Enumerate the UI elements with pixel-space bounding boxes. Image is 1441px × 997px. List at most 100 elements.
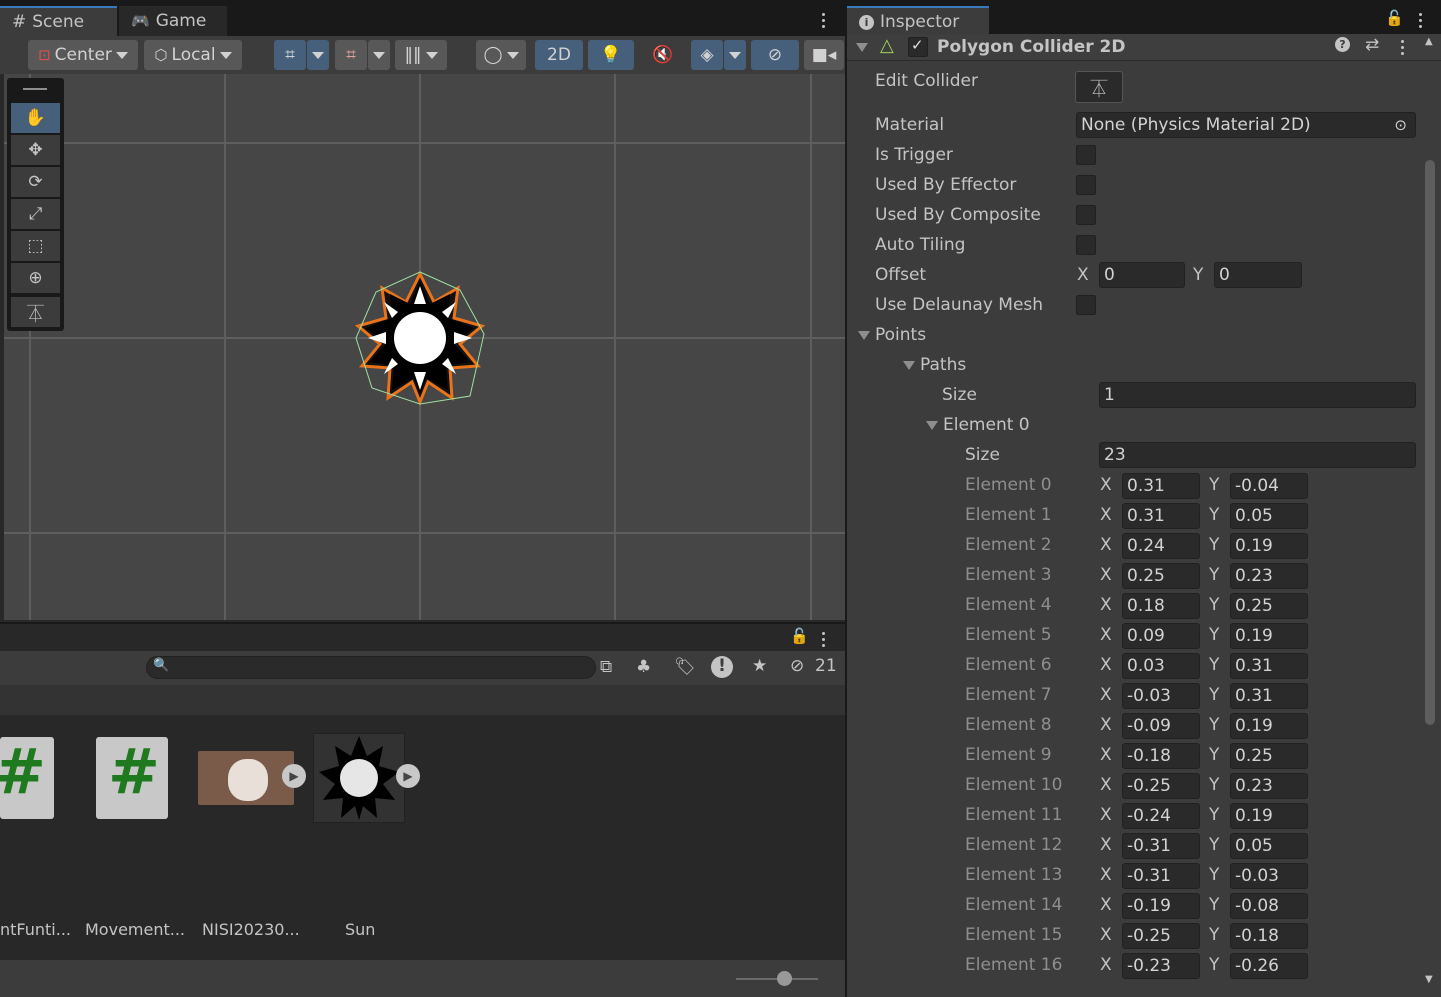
component-menu-icon[interactable] bbox=[1401, 40, 1405, 55]
points-fold-icon[interactable] bbox=[858, 331, 870, 340]
transform-tool-button[interactable]: ⊕ bbox=[11, 263, 60, 293]
hidden-packages-icon[interactable]: ⊘ bbox=[790, 656, 804, 676]
scene-visibility-toggle[interactable]: ⊘ bbox=[751, 40, 799, 70]
paths-fold-icon[interactable] bbox=[903, 361, 915, 370]
point-y-field[interactable]: 0.05 bbox=[1230, 833, 1308, 859]
point-y-field[interactable]: 0.19 bbox=[1230, 803, 1308, 829]
scale-tool-button[interactable]: ⤢ bbox=[11, 199, 60, 229]
point-x-field[interactable]: 0.31 bbox=[1122, 473, 1200, 499]
point-y-field[interactable]: -0.26 bbox=[1230, 953, 1308, 979]
point-y-field[interactable]: 0.31 bbox=[1230, 683, 1308, 709]
tab-game[interactable]: 🎮 Game bbox=[119, 6, 227, 36]
used-by-effector-checkbox[interactable] bbox=[1076, 175, 1096, 195]
point-x-field[interactable]: 0.24 bbox=[1122, 533, 1200, 559]
tab-inspector[interactable]: i Inspector bbox=[847, 6, 989, 36]
asset-sprite-thumb[interactable] bbox=[313, 733, 405, 823]
presets-icon[interactable]: ⇄ bbox=[1365, 35, 1379, 55]
point-x-field[interactable]: 0.31 bbox=[1122, 503, 1200, 529]
point-x-field[interactable]: -0.25 bbox=[1122, 773, 1200, 799]
effects-dropdown[interactable] bbox=[724, 40, 746, 70]
material-field[interactable]: None (Physics Material 2D) ⊙ bbox=[1076, 112, 1416, 138]
scene-menu-icon[interactable] bbox=[822, 13, 826, 28]
rotate-tool-button[interactable]: ⟳ bbox=[11, 167, 60, 197]
point-y-field[interactable]: 0.19 bbox=[1230, 533, 1308, 559]
scroll-up-icon[interactable]: ▲ bbox=[1425, 36, 1433, 47]
element0-fold-icon[interactable] bbox=[926, 421, 938, 430]
used-by-composite-checkbox[interactable] bbox=[1076, 205, 1096, 225]
point-y-field[interactable]: 0.19 bbox=[1230, 623, 1308, 649]
path-element0-label[interactable]: Element 0 bbox=[943, 415, 1030, 435]
project-menu-icon[interactable] bbox=[822, 632, 826, 647]
inspector-scrollbar[interactable] bbox=[1425, 160, 1435, 725]
draw-mode-dropdown[interactable]: ◯ bbox=[476, 40, 526, 70]
inspector-menu-icon[interactable] bbox=[1419, 13, 1423, 28]
snap-dropdown[interactable] bbox=[368, 40, 390, 70]
grid-snap-button[interactable]: ⌗ bbox=[274, 40, 306, 70]
point-y-field[interactable]: 0.23 bbox=[1230, 563, 1308, 589]
drag-handle[interactable] bbox=[23, 88, 47, 90]
edit-collider-tool-button[interactable]: ⏄ bbox=[11, 297, 60, 327]
play-icon[interactable]: ▶ bbox=[282, 764, 306, 788]
point-y-field[interactable]: 0.05 bbox=[1230, 503, 1308, 529]
point-x-field[interactable]: -0.31 bbox=[1122, 863, 1200, 889]
move-tool-button[interactable]: ✥ bbox=[11, 135, 60, 165]
point-y-field[interactable]: -0.18 bbox=[1230, 923, 1308, 949]
camera-dropdown[interactable]: ■◂ bbox=[804, 40, 844, 70]
component-fold-icon[interactable] bbox=[856, 43, 868, 52]
offset-x-field[interactable]: 0 bbox=[1099, 262, 1185, 288]
component-enabled-checkbox[interactable]: ✓ bbox=[908, 36, 928, 57]
filter-type-icon[interactable]: ♣ bbox=[636, 657, 651, 677]
grid-snap-dropdown[interactable] bbox=[307, 40, 329, 70]
edit-collider-button[interactable]: ⏄ bbox=[1075, 71, 1123, 103]
point-x-field[interactable]: -0.09 bbox=[1122, 713, 1200, 739]
point-y-field[interactable]: 0.19 bbox=[1230, 713, 1308, 739]
element0-size-field[interactable]: 23 bbox=[1099, 442, 1416, 468]
tab-scene[interactable]: # Scene bbox=[0, 6, 117, 36]
point-x-field[interactable]: -0.03 bbox=[1122, 683, 1200, 709]
help-icon[interactable]: ? bbox=[1335, 37, 1350, 52]
search-new-window-icon[interactable]: ⧉ bbox=[600, 657, 612, 677]
point-x-field[interactable]: -0.18 bbox=[1122, 743, 1200, 769]
lock-icon[interactable]: 🔓 bbox=[1385, 9, 1404, 27]
point-x-field[interactable]: 0.03 bbox=[1122, 653, 1200, 679]
asset-image-thumb[interactable] bbox=[198, 751, 294, 805]
play-icon[interactable]: ▶ bbox=[396, 764, 420, 788]
zoom-slider-thumb[interactable] bbox=[777, 971, 792, 986]
favorite-star-icon[interactable]: ★ bbox=[752, 656, 767, 676]
point-y-field[interactable]: 0.23 bbox=[1230, 773, 1308, 799]
lock-icon[interactable]: 🔓 bbox=[790, 627, 809, 645]
is-trigger-checkbox[interactable] bbox=[1076, 145, 1096, 165]
lighting-toggle[interactable]: 💡 bbox=[588, 40, 634, 70]
pivot-dropdown[interactable]: ⊡ Center bbox=[28, 40, 138, 70]
point-x-field[interactable]: 0.18 bbox=[1122, 593, 1200, 619]
point-x-field[interactable]: -0.19 bbox=[1122, 893, 1200, 919]
point-y-field[interactable]: -0.08 bbox=[1230, 893, 1308, 919]
auto-tiling-checkbox[interactable] bbox=[1076, 235, 1096, 255]
scene-viewport[interactable] bbox=[4, 74, 845, 620]
filter-label-icon[interactable]: 🏷 bbox=[674, 657, 696, 677]
point-x-field[interactable]: -0.23 bbox=[1122, 953, 1200, 979]
asset-script-thumb[interactable]: # bbox=[96, 737, 168, 819]
point-x-field[interactable]: 0.09 bbox=[1122, 623, 1200, 649]
point-y-field[interactable]: 0.31 bbox=[1230, 653, 1308, 679]
scroll-down-icon[interactable]: ▼ bbox=[1425, 974, 1433, 985]
point-x-field[interactable]: -0.25 bbox=[1122, 923, 1200, 949]
space-dropdown[interactable]: ⬡ Local bbox=[144, 40, 242, 70]
paths-label[interactable]: Paths bbox=[920, 355, 966, 375]
asset-script-thumb[interactable]: # bbox=[0, 737, 54, 819]
point-y-field[interactable]: 0.25 bbox=[1230, 743, 1308, 769]
increment-snap-button[interactable]: ‖‖ bbox=[395, 40, 447, 70]
sun-sprite[interactable] bbox=[350, 268, 490, 408]
point-y-field[interactable]: -0.04 bbox=[1230, 473, 1308, 499]
point-x-field[interactable]: -0.24 bbox=[1122, 803, 1200, 829]
point-x-field[interactable]: 0.25 bbox=[1122, 563, 1200, 589]
point-x-field[interactable]: -0.31 bbox=[1122, 833, 1200, 859]
effects-toggle[interactable]: ◈ bbox=[691, 40, 723, 70]
object-picker-icon[interactable]: ⊙ bbox=[1394, 116, 1407, 134]
use-delaunay-checkbox[interactable] bbox=[1076, 295, 1096, 315]
mode-2d-toggle[interactable]: 2D bbox=[535, 40, 583, 70]
search-input[interactable]: 🔍 bbox=[146, 656, 596, 679]
point-y-field[interactable]: 0.25 bbox=[1230, 593, 1308, 619]
warning-icon[interactable]: ! bbox=[711, 656, 733, 678]
points-label[interactable]: Points bbox=[875, 325, 926, 345]
